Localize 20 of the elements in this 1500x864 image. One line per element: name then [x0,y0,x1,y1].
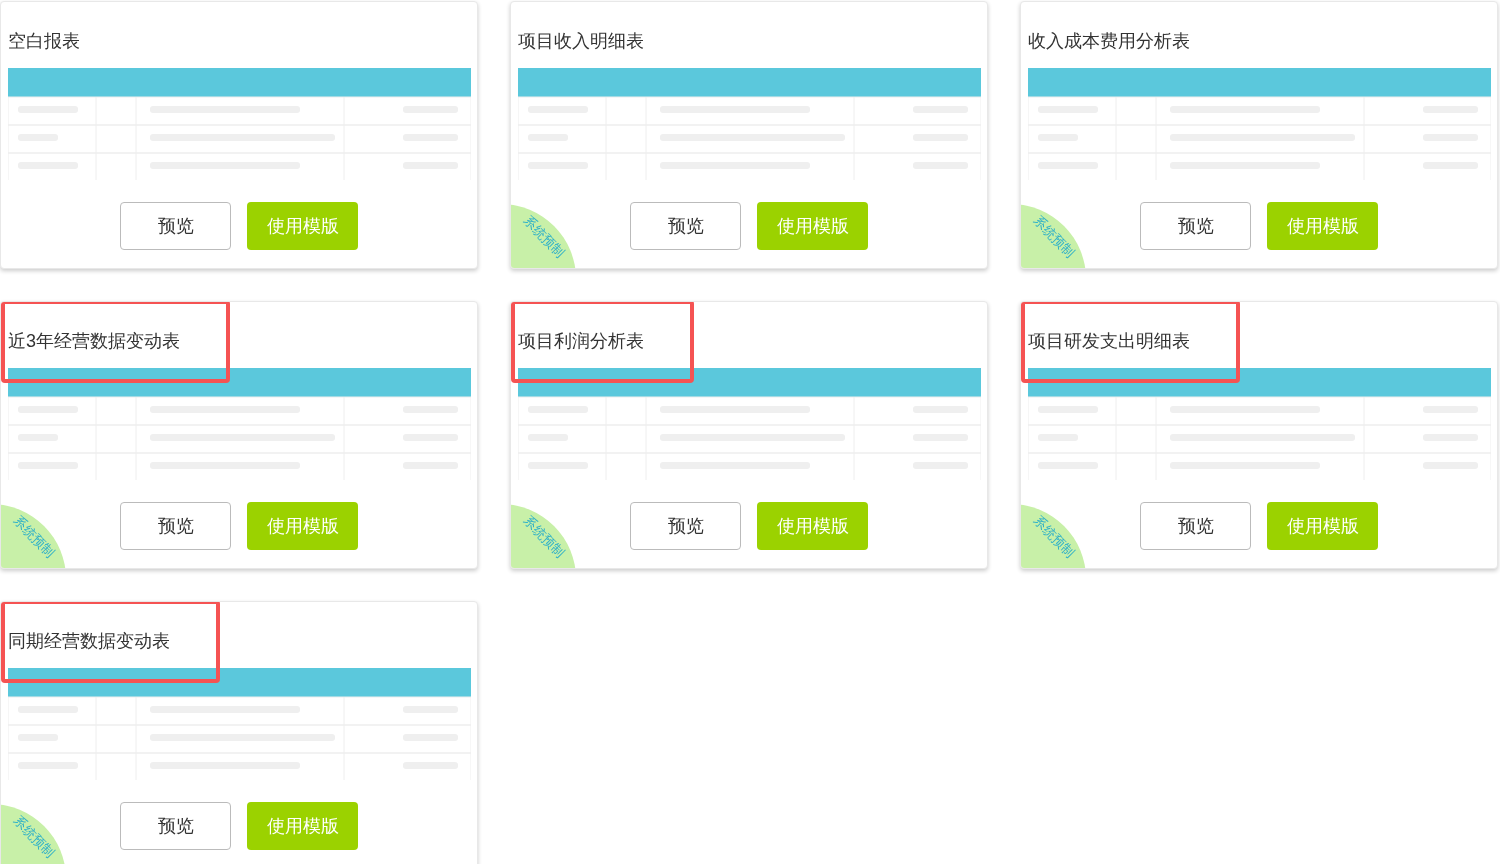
preview-button[interactable]: 预览 [1140,502,1251,550]
card-title: 项目利润分析表 [518,331,644,351]
badge-label: 系统预制 [1029,212,1079,262]
preview-button[interactable]: 预览 [120,802,231,850]
card-title: 收入成本费用分析表 [1028,31,1190,51]
preview-button[interactable]: 预览 [1140,202,1251,250]
card-title: 近3年经营数据变动表 [8,331,180,351]
card-title: 项目研发支出明细表 [1028,331,1190,351]
preview-button[interactable]: 预览 [630,502,741,550]
badge-label: 系统预制 [9,512,59,562]
preview-button[interactable]: 预览 [120,502,231,550]
badge-label: 系统预制 [1029,512,1079,562]
badge-label: 系统预制 [9,812,59,862]
preview-button[interactable]: 预览 [120,202,231,250]
card-title: 项目收入明细表 [518,31,644,51]
preview-button[interactable]: 预览 [630,202,741,250]
card-title: 同期经营数据变动表 [8,631,170,651]
badge-label: 系统预制 [519,212,569,262]
badge-label: 系统预制 [519,512,569,562]
card-title: 空白报表 [8,31,80,51]
